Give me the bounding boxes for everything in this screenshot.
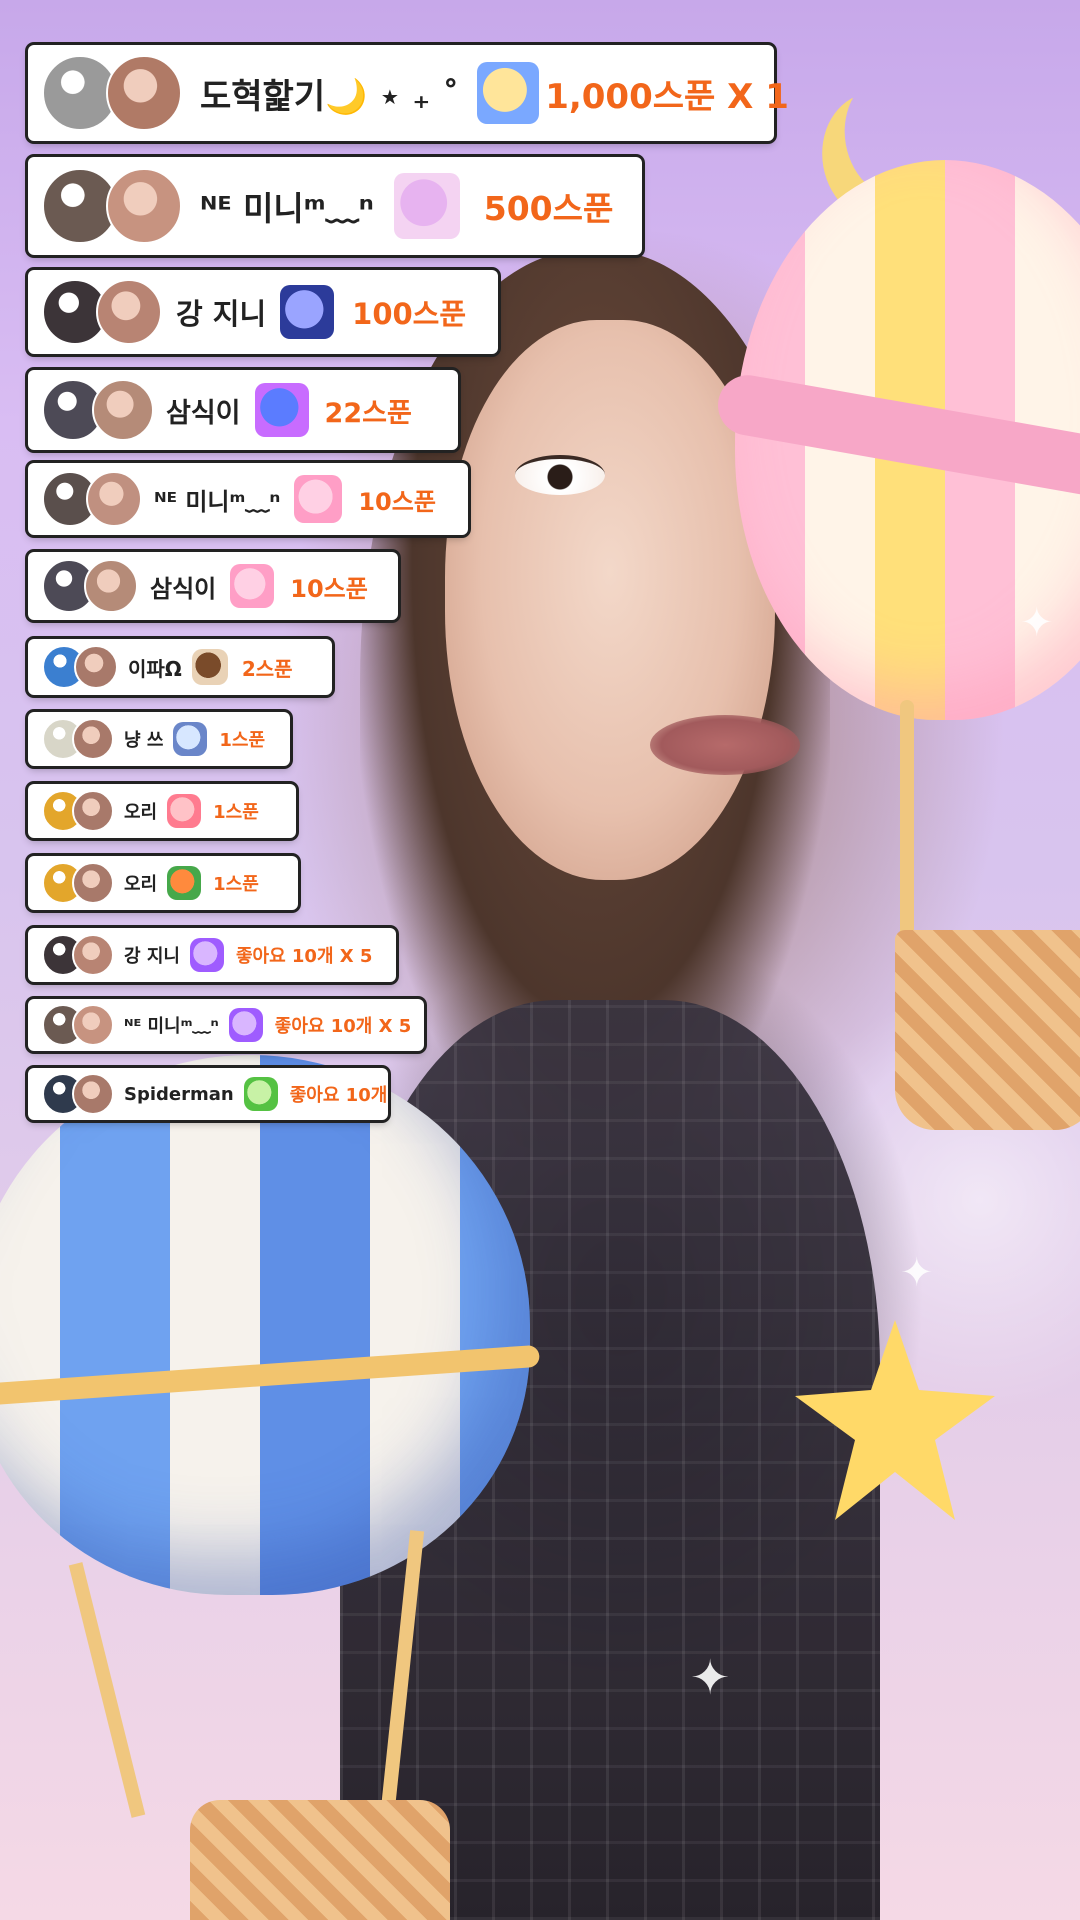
moon-cat-icon [280,285,335,339]
gift-amount: 22스푼 [324,397,412,429]
avatar[interactable] [72,862,114,904]
gift-amount: 1스푼 [213,802,259,823]
green-heart-icon [243,1077,278,1111]
purple-heart-icon [228,1008,263,1042]
sender-avatars[interactable] [42,559,138,613]
avatar[interactable] [84,559,138,613]
pink-bunny-icon [294,475,343,523]
gift-row[interactable]: 이파Ω 2스푼 [28,639,332,695]
carrot-icon [167,866,202,900]
avatar[interactable] [106,168,182,244]
gift-row[interactable]: 강 지니 좋아요 10개 X 5 [28,928,396,982]
gift-row[interactable]: 오리 1스푼 [28,856,298,910]
sender-name: 이파Ω [128,656,182,681]
castle-train-icon [393,173,460,239]
gift-history-list: 도혁핥기🌙 ⋆ ₊ ˚ 1,000스푼 X 1 ᴺᴱ 미니ᵐ︎﹏ⁿ 500스푼강 지니… [0,0,1080,1920]
gift-amount: 좋아요 10개 [289,1085,388,1106]
sender-name: 강 지니 [124,946,180,967]
butterfly-icon [254,383,309,437]
gift-row[interactable]: 도혁핥기🌙 ⋆ ₊ ˚ 1,000스푼 X 1 [28,45,789,141]
gift-amount: 1스푼 [219,730,266,751]
sender-name: ᴺᴱ 미니ᵐ︎﹏ⁿ [154,487,281,516]
avatar[interactable] [72,790,114,832]
gift-row[interactable]: 오리 1스푼 [28,784,296,838]
sender-name: ᴺᴱ 미니ᵐ︎﹏ⁿ [124,1016,219,1037]
avatar[interactable] [72,1004,114,1046]
avatar[interactable] [72,718,114,760]
gift-amount: 1,000스푼 X 1 [545,76,789,117]
gift-row[interactable]: 삼식이 22스푼 [28,370,458,450]
gift-amount: 10스푼 [290,574,368,603]
avatar[interactable] [86,471,142,527]
sender-name: 삼식이 [150,574,217,603]
sender-name: 오리 [124,874,158,895]
gift-row[interactable]: ᴺᴱ 미니ᵐ︎﹏ⁿ 500스푼 [28,157,642,255]
gift-row[interactable]: ᴺᴱ 미니ᵐ︎﹏ⁿ 10스푼 [28,463,468,535]
sender-avatars[interactable] [42,168,182,244]
sender-avatars[interactable] [42,790,114,832]
avatar[interactable] [72,1073,114,1115]
sender-avatars[interactable] [42,379,154,441]
gift-row[interactable]: 냥 쓰 1스푼 [28,712,290,766]
gift-amount: 10스푼 [358,487,436,516]
sender-avatars[interactable] [42,1004,114,1046]
sender-name: 도혁핥기🌙 ⋆ ₊ ˚ [200,76,460,117]
gift-amount: 500스푼 [483,189,614,228]
purple-heart-icon [189,938,224,972]
gift-row[interactable]: Spiderman 좋아요 10개 [28,1068,388,1120]
avatar[interactable] [72,934,114,976]
sender-avatars[interactable] [42,934,114,976]
gift-amount: 좋아요 10개 X 5 [274,1016,412,1037]
sender-avatars[interactable] [42,279,162,345]
gift-amount: 2스푼 [241,656,293,681]
sender-name: 오리 [124,802,158,823]
avatar[interactable] [92,379,154,441]
avatar[interactable] [74,645,118,689]
avatar[interactable] [96,279,162,345]
gift-row[interactable]: ᴺᴱ 미니ᵐ︎﹏ⁿ 좋아요 10개 X 5 [28,999,424,1051]
pink-bunny-icon [230,564,275,608]
gift-amount: 1스푼 [213,874,259,895]
sender-avatars[interactable] [42,55,182,131]
sender-avatars[interactable] [42,862,114,904]
gift-amount: 100스푼 [352,297,467,331]
sender-name: Spiderman [124,1083,234,1105]
avatar[interactable] [106,55,182,131]
sender-name: 강 지니 [176,297,267,331]
gift-amount: 좋아요 10개 X 5 [235,946,373,967]
sender-avatars[interactable] [42,1073,114,1115]
ice-pop-icon [167,794,202,828]
hello-bubble-icon [173,722,208,756]
sender-avatars[interactable] [42,718,114,760]
gift-row[interactable]: 강 지니 100스푼 [28,270,498,354]
sender-name: ᴺᴱ 미니ᵐ︎﹏ⁿ [200,189,374,228]
sender-name: 냥 쓰 [124,730,164,751]
sender-avatars[interactable] [42,471,142,527]
gift-row[interactable]: 삼식이 10스푼 [28,552,398,620]
cake-sticker-icon [477,62,540,124]
sender-name: 삼식이 [166,397,241,429]
coffee-cup-icon [191,649,228,685]
sender-avatars[interactable] [42,645,118,689]
